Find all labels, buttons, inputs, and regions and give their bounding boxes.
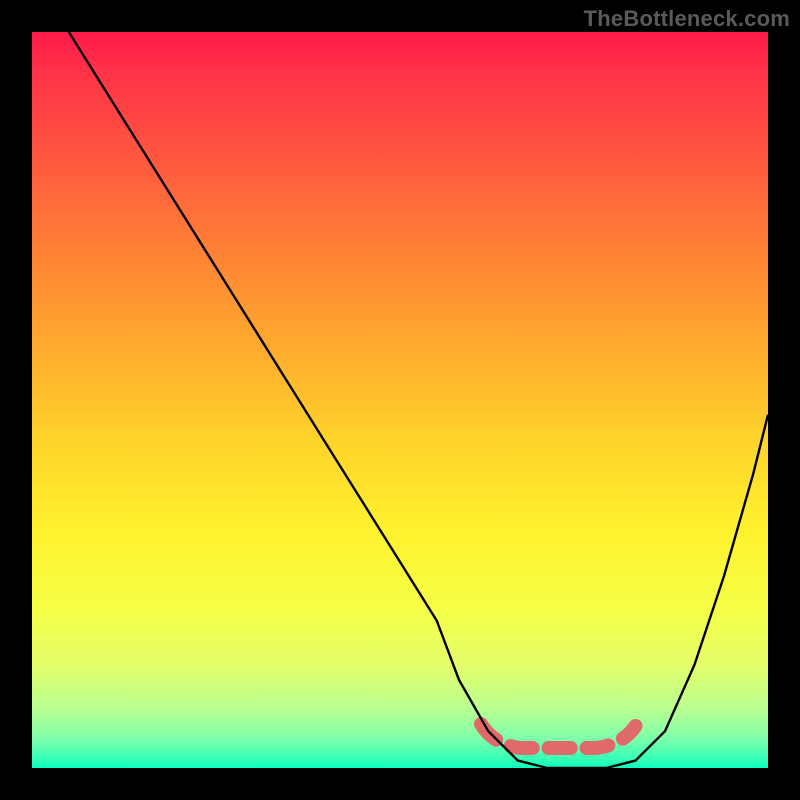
chart-overlay <box>32 32 768 768</box>
sweet-spot-marker <box>481 724 636 748</box>
chart-canvas: TheBottleneck.com <box>0 0 800 800</box>
plot-area <box>32 32 768 768</box>
curve-line <box>69 32 768 768</box>
watermark-text: TheBottleneck.com <box>584 6 790 32</box>
